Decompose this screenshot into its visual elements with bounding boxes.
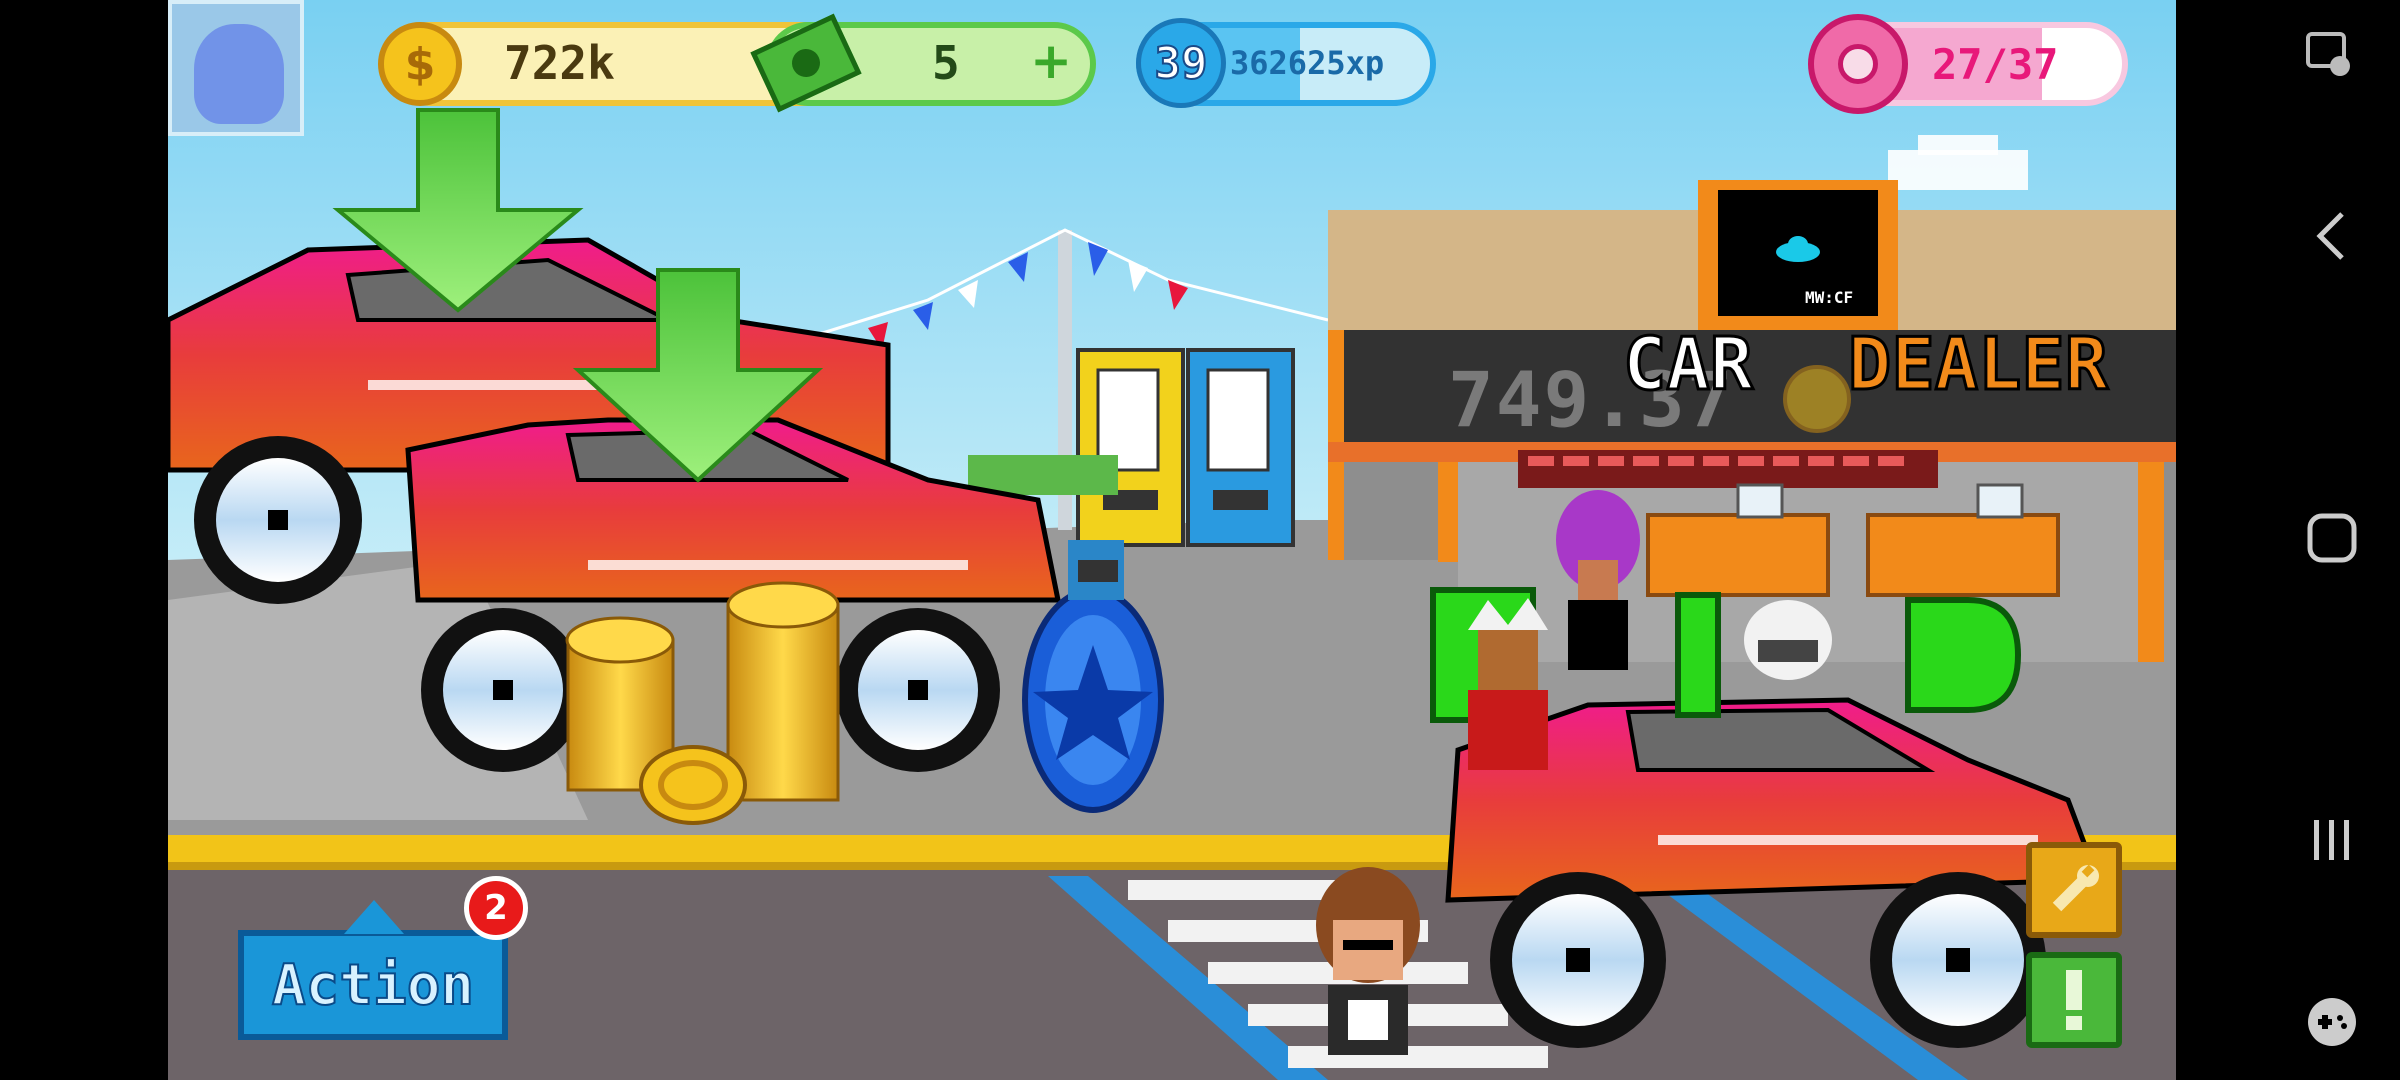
wrench-icon <box>2052 864 2099 912</box>
donut-value: 27/37 <box>1932 40 2059 89</box>
game-tools-button[interactable] <box>2300 990 2364 1054</box>
gamepad-icon <box>2308 998 2356 1046</box>
character-white-helmet <box>1744 600 1832 680</box>
gesture-icon <box>2306 32 2350 76</box>
dealer-sign-right: DEALER <box>1846 321 2109 408</box>
system-nav-bar <box>2176 0 2400 1080</box>
cash-value: 5 <box>932 36 960 90</box>
action-badge-count: 2 <box>484 888 508 928</box>
home-button[interactable] <box>2300 506 2364 570</box>
action-badge: 2 <box>464 876 528 940</box>
add-cash-button[interactable]: + <box>1030 32 1072 90</box>
action-button-arrow <box>344 900 404 934</box>
back-button[interactable] <box>2300 204 2364 268</box>
desk <box>1646 513 1830 597</box>
xp-value: 362625xp <box>1230 44 1385 82</box>
recents-button[interactable] <box>2300 808 2364 872</box>
recents-icon <box>2314 820 2349 860</box>
character-pedestrian <box>1316 867 1420 1055</box>
back-icon <box>2316 212 2344 260</box>
star-token <box>1022 587 1164 813</box>
player-level: 39 <box>1154 37 1209 90</box>
home-icon <box>2307 513 2357 563</box>
gesture-button[interactable] <box>2300 26 2364 90</box>
coin-icon: $ <box>378 22 462 106</box>
exclamation-icon <box>2066 970 2082 1030</box>
floating-coin-icon <box>1783 365 1851 433</box>
action-button[interactable]: Action <box>238 930 508 1040</box>
desk <box>1866 513 2060 597</box>
coins-value: 722k <box>504 36 615 90</box>
dealer-sign-left: CAR <box>1621 321 1754 408</box>
donut-icon <box>1808 14 1908 114</box>
xp-star-icon: 39 <box>1136 18 1226 108</box>
repair-button[interactable] <box>2026 842 2122 938</box>
game-viewport[interactable]: 749.37 MW:CF CAR DEALER 722k + $ 5 + 362… <box>168 0 2176 1080</box>
cloud <box>1888 150 2028 190</box>
character-helmet <box>1068 540 1124 600</box>
action-button-label: Action <box>271 952 475 1019</box>
player-avatar[interactable] <box>168 0 304 136</box>
dealer-logo-text: MW:CF <box>1805 288 1854 307</box>
alert-button[interactable] <box>2026 952 2122 1048</box>
avatar-icon <box>194 24 284 124</box>
